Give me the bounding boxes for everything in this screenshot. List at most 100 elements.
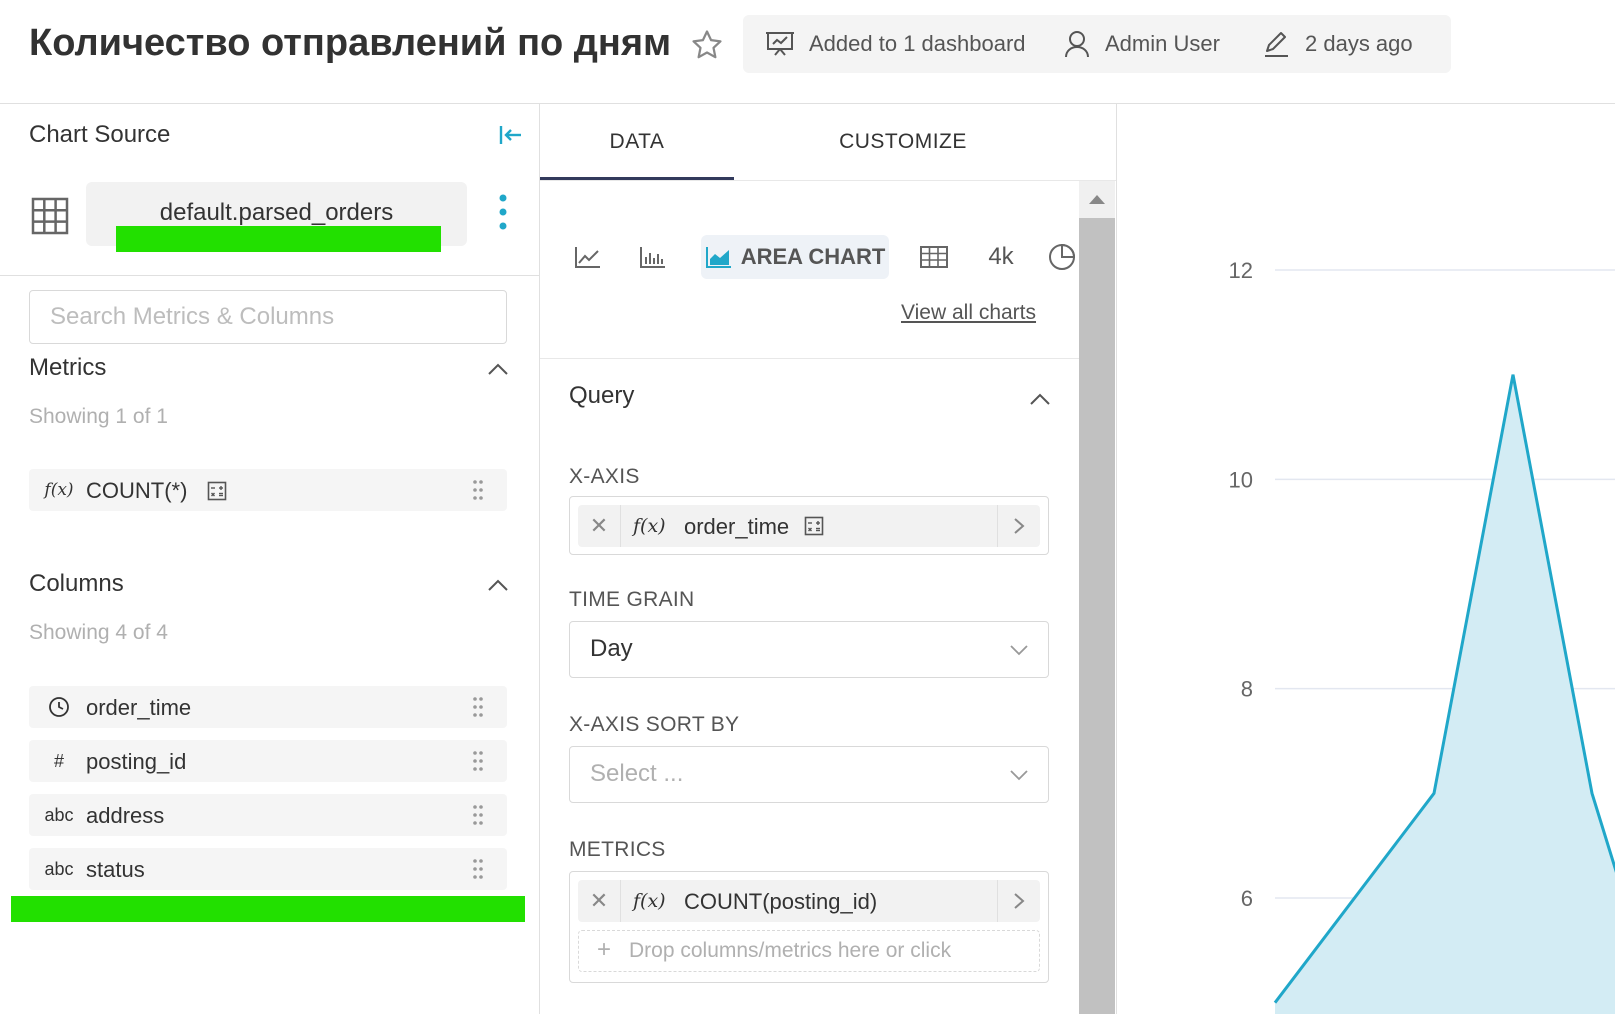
owner-info[interactable]: Admin User bbox=[1063, 15, 1220, 73]
datasource-panel: Chart Source default.parsed_orders Metri… bbox=[0, 104, 540, 1014]
column-item-order-time[interactable]: order_time bbox=[29, 686, 507, 728]
column-label: posting_id bbox=[86, 749, 187, 774]
time-grain-label: TIME GRAIN bbox=[569, 588, 695, 611]
y-tick-label: 8 bbox=[1241, 677, 1253, 702]
numeric-type-icon: # bbox=[53, 750, 64, 771]
highlight-marker bbox=[116, 226, 441, 252]
bar-chart-icon bbox=[640, 247, 665, 268]
time-grain-select[interactable]: Day bbox=[569, 621, 1049, 678]
metric-label: COUNT(*) bbox=[86, 478, 188, 503]
big-number-button[interactable]: 4k bbox=[980, 235, 1022, 279]
clock-icon bbox=[42, 686, 76, 728]
table-chart-button[interactable] bbox=[914, 235, 954, 279]
chart-source-title: Chart Source bbox=[29, 121, 171, 148]
chart-title[interactable]: Количество отправлений по дням bbox=[29, 22, 671, 65]
area-chart-icon bbox=[705, 247, 731, 268]
drag-handle-icon[interactable] bbox=[472, 804, 484, 826]
chevron-up-icon[interactable] bbox=[487, 578, 509, 592]
string-type-icon: abc bbox=[44, 804, 74, 825]
chart-header: Количество отправлений по дням Added to … bbox=[0, 0, 1615, 104]
line-chart-icon bbox=[575, 247, 600, 268]
area-chart: 6 8 10 12 bbox=[1229, 258, 1615, 1014]
view-all-charts-link[interactable]: View all charts bbox=[901, 301, 1036, 325]
column-label: status bbox=[86, 857, 145, 882]
metric-item[interactable]: f(x) COUNT(*) bbox=[29, 469, 507, 511]
metric-drop-zone[interactable]: + Drop columns/metrics here or click bbox=[578, 930, 1040, 972]
x-axis-chip[interactable]: ✕ f(x) order_time bbox=[578, 505, 1040, 547]
chevron-up-icon[interactable] bbox=[1029, 392, 1051, 406]
x-axis-label: X-AXIS bbox=[569, 465, 640, 488]
chevron-down-icon bbox=[1010, 645, 1028, 656]
dataset-table-icon bbox=[31, 197, 69, 235]
drag-handle-icon[interactable] bbox=[472, 750, 484, 772]
dashboard-count[interactable]: Added to 1 dashboard bbox=[765, 15, 1026, 73]
table-icon bbox=[920, 246, 948, 268]
line-chart-button[interactable] bbox=[568, 235, 608, 279]
function-icon: f(x) bbox=[633, 890, 666, 912]
modified-label: 2 days ago bbox=[1305, 31, 1413, 56]
column-item-posting-id[interactable]: # posting_id bbox=[29, 740, 507, 782]
chevron-right-icon[interactable] bbox=[997, 880, 1040, 922]
area-series-fill bbox=[1275, 374, 1615, 1014]
column-label: address bbox=[86, 803, 165, 828]
dashboard-icon bbox=[766, 32, 794, 56]
drag-handle-icon[interactable] bbox=[472, 858, 484, 880]
dataset-menu-icon[interactable] bbox=[496, 192, 510, 232]
pie-chart-button[interactable] bbox=[1046, 235, 1078, 279]
modified-info[interactable]: 2 days ago bbox=[1261, 15, 1413, 73]
x-axis-value: order_time bbox=[684, 514, 790, 539]
search-metrics-columns-input[interactable] bbox=[29, 290, 507, 344]
control-panel: DATA CUSTOMIZE AREA CHART 4k View all ch… bbox=[540, 104, 1117, 1014]
drag-handle-icon[interactable] bbox=[472, 479, 484, 501]
collapse-panel-icon[interactable] bbox=[497, 122, 523, 148]
chevron-right-icon[interactable] bbox=[997, 505, 1040, 547]
function-icon: f(x) bbox=[633, 515, 666, 537]
divider bbox=[540, 358, 1079, 359]
favorite-star-icon[interactable] bbox=[690, 28, 724, 62]
plus-icon: + bbox=[597, 936, 612, 963]
highlight-marker bbox=[11, 896, 525, 922]
metrics-count: Showing 1 of 1 bbox=[29, 405, 168, 428]
scroll-up-arrow-icon[interactable] bbox=[1089, 194, 1105, 204]
calculator-icon bbox=[207, 481, 227, 501]
columns-section-title[interactable]: Columns bbox=[29, 570, 124, 598]
y-tick-label: 6 bbox=[1241, 886, 1253, 911]
metrics-section-title[interactable]: Metrics bbox=[29, 354, 106, 382]
user-icon bbox=[1065, 31, 1089, 58]
metrics-field[interactable]: ✕ f(x) COUNT(posting_id) + Drop columns/… bbox=[569, 871, 1049, 983]
metrics-label: METRICS bbox=[569, 838, 666, 861]
metric-value: COUNT(posting_id) bbox=[684, 889, 878, 914]
x-axis-field[interactable]: ✕ f(x) order_time bbox=[569, 496, 1049, 555]
chart-metadata-bar: Added to 1 dashboard Admin User 2 days a… bbox=[743, 15, 1451, 73]
column-item-address[interactable]: abc address bbox=[29, 794, 507, 836]
pie-chart-icon bbox=[1049, 243, 1076, 270]
scrollbar-thumb[interactable] bbox=[1079, 218, 1115, 1014]
time-grain-value: Day bbox=[590, 635, 633, 662]
chevron-down-icon bbox=[1010, 770, 1028, 781]
function-icon: f(x) bbox=[44, 480, 74, 500]
bar-chart-button[interactable] bbox=[633, 235, 673, 279]
chart-area: 6 8 10 12 bbox=[1117, 104, 1615, 1014]
divider bbox=[540, 180, 1116, 181]
x-axis-sort-select[interactable]: Select ... bbox=[569, 746, 1049, 803]
area-chart-label: AREA CHART bbox=[740, 244, 886, 269]
y-tick-label: 10 bbox=[1229, 467, 1253, 492]
columns-count: Showing 4 of 4 bbox=[29, 621, 168, 644]
query-section-title[interactable]: Query bbox=[569, 382, 634, 410]
remove-x-icon[interactable]: ✕ bbox=[578, 505, 621, 547]
string-type-icon: abc bbox=[44, 858, 74, 879]
tab-data[interactable]: DATA bbox=[540, 104, 734, 180]
tab-customize[interactable]: CUSTOMIZE bbox=[740, 104, 1066, 180]
dashboard-count-label: Added to 1 dashboard bbox=[809, 31, 1026, 56]
metric-chip[interactable]: ✕ f(x) COUNT(posting_id) bbox=[578, 880, 1040, 922]
column-item-status[interactable]: abc status bbox=[29, 848, 507, 890]
drop-hint: Drop columns/metrics here or click bbox=[629, 939, 952, 962]
y-tick-label: 12 bbox=[1229, 258, 1253, 283]
remove-x-icon[interactable]: ✕ bbox=[578, 880, 621, 922]
x-axis-sort-label: X-AXIS SORT BY bbox=[569, 713, 740, 736]
chevron-up-icon[interactable] bbox=[487, 362, 509, 376]
column-label: order_time bbox=[86, 695, 192, 720]
dataset-name: default.parsed_orders bbox=[159, 199, 394, 226]
area-chart-button[interactable]: AREA CHART bbox=[701, 235, 889, 279]
drag-handle-icon[interactable] bbox=[472, 696, 484, 718]
